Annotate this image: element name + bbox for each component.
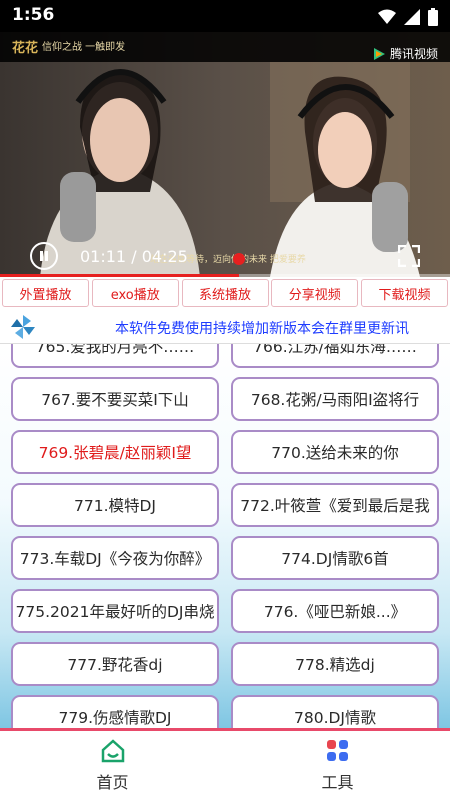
exo-play-button[interactable]: exo播放	[91, 279, 179, 307]
progress-knob[interactable]	[232, 253, 245, 265]
status-bar: 1:56	[0, 0, 450, 32]
signal-icon	[404, 9, 420, 25]
video-time: 01:11 / 04:25	[80, 247, 188, 266]
song-item[interactable]: 765.爱我的月亮不……	[11, 344, 219, 368]
song-item[interactable]: 767.要不要买菜I下山	[11, 377, 219, 421]
tencent-video-logo: 腾讯视频	[372, 45, 438, 62]
nav-tools-label: 工具	[321, 772, 354, 792]
time-separator: /	[131, 247, 137, 266]
tencent-video-icon	[373, 47, 385, 60]
home-icon	[101, 738, 124, 762]
song-list[interactable]: 765.爱我的月亮不…… 766.江苏/福如东海…… 767.要不要买菜I下山 768…	[0, 344, 450, 728]
bottom-navigation: 首页 工具	[0, 731, 450, 800]
status-time: 1:56	[12, 5, 55, 25]
video-top-banner: 花花 信仰之战 一触即发 腾讯视频	[0, 32, 450, 62]
notice-marquee: 本软件免费使用持续增加新版本会在群里更新讯	[0, 310, 450, 344]
song-item[interactable]: 780.DJ情歌	[231, 695, 439, 728]
grid-icon	[326, 739, 348, 761]
external-play-button[interactable]: 外置播放	[2, 279, 89, 307]
song-item[interactable]: 776.《哑巴新娘...》	[231, 589, 439, 633]
song-item[interactable]: 772.叶筱萱《爱到最后是我	[231, 483, 439, 527]
nav-home[interactable]: 首页	[0, 731, 225, 800]
notice-text: 本软件免费使用持续增加新版本会在群里更新讯	[115, 321, 409, 337]
nav-home-label: 首页	[96, 772, 129, 792]
song-item[interactable]: 777.野花香dj	[11, 642, 219, 686]
fullscreen-button[interactable]	[397, 244, 421, 268]
pause-icon	[40, 251, 48, 261]
download-video-button[interactable]: 下载视频	[361, 279, 448, 307]
share-video-button[interactable]: 分享视频	[271, 279, 359, 307]
song-item[interactable]: 779.伤感情歌DJ	[11, 695, 219, 728]
wifi-icon	[378, 9, 396, 24]
duration: 04:25	[141, 247, 188, 266]
nav-tools[interactable]: 工具	[225, 731, 450, 800]
song-item[interactable]: 778.精选dj	[231, 642, 439, 686]
song-item[interactable]: 768.花粥/马雨阳I盗将行	[231, 377, 439, 421]
status-icons	[378, 8, 438, 26]
show-logo: 花花	[12, 41, 39, 56]
song-item[interactable]: 771.模特DJ	[11, 483, 219, 527]
song-item[interactable]: 775.2021年最好听的DJ串烧	[11, 589, 219, 633]
show-slogan: 信仰之战 一触即发	[42, 42, 126, 53]
current-time: 01:11	[80, 247, 127, 266]
pinwheel-icon	[11, 315, 35, 339]
song-item[interactable]: 773.车载DJ《今夜为你醉》	[11, 536, 219, 580]
system-play-button[interactable]: 系统播放	[181, 279, 269, 307]
song-item[interactable]: 774.DJ情歌6首	[231, 536, 439, 580]
song-item[interactable]: 770.送给未来的你	[231, 430, 439, 474]
video-controls: 01:11 / 04:25	[0, 237, 450, 277]
pause-button[interactable]	[30, 242, 58, 270]
fullscreen-icon	[397, 244, 421, 268]
action-button-bar: 外置播放 exo播放 系统播放 分享视频 下载视频	[0, 277, 450, 310]
tencent-video-text: 腾讯视频	[389, 47, 438, 61]
battery-icon	[428, 8, 438, 26]
song-item[interactable]: 769.张碧晨/赵丽颖I望	[11, 430, 219, 474]
video-player[interactable]: 花花 信仰之战 一触即发 腾讯视频 站在谷底等待，迈向你的未来 把爱要养 01:…	[0, 32, 450, 277]
song-item[interactable]: 766.江苏/福如东海……	[231, 344, 439, 368]
